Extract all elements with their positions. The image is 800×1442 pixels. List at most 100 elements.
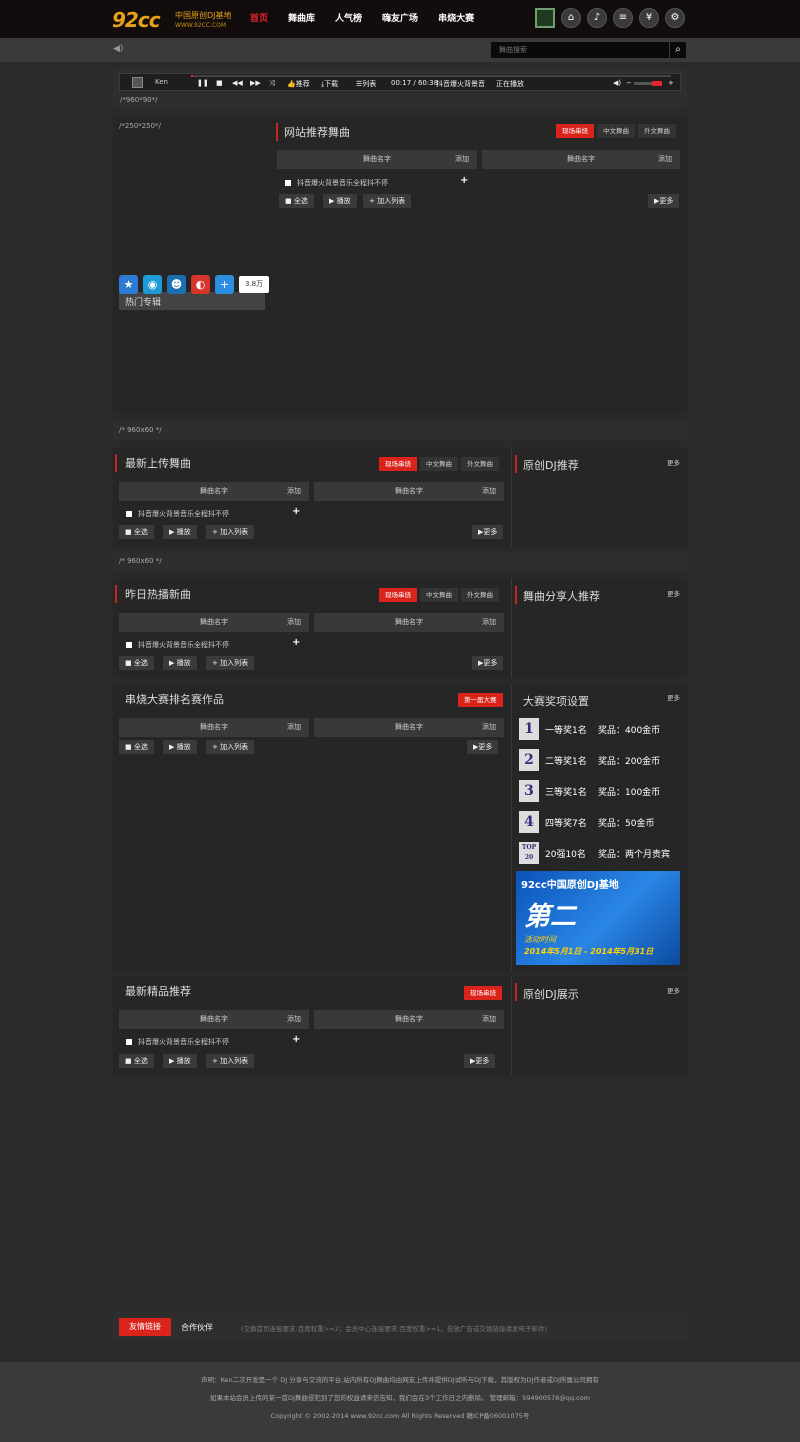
avatar[interactable] xyxy=(132,77,143,88)
list-button[interactable]: ☰列表 xyxy=(356,79,376,89)
table-header-left: 舞曲名字 添加 xyxy=(119,613,309,632)
select-all-button[interactable]: ■ 全选 xyxy=(119,1054,154,1068)
nav-home[interactable]: 首页 xyxy=(240,0,278,38)
more-button[interactable]: ▶更多 xyxy=(467,740,499,754)
stop-icon[interactable]: ■ xyxy=(216,79,223,87)
side-title: 大赛奖项设置 xyxy=(523,695,589,708)
qr-code-icon[interactable] xyxy=(535,8,555,28)
prev-icon[interactable]: ◀◀ xyxy=(232,79,243,87)
song-title[interactable]: 抖音爆火背景音乐全程抖不停 xyxy=(297,179,388,187)
more-button[interactable]: ▶更多 xyxy=(472,656,504,670)
tab-chinese[interactable]: 中文舞曲 xyxy=(597,124,635,138)
side-title: 原创DJ推荐 xyxy=(523,459,579,472)
add-to-list-button[interactable]: + 加入列表 xyxy=(363,194,412,208)
song-row[interactable]: 抖音爆火背景音乐全程抖不停 xyxy=(126,640,229,650)
search-input[interactable] xyxy=(491,42,669,58)
coin-icon[interactable]: ¥ xyxy=(639,8,659,28)
progress-bar[interactable] xyxy=(191,75,671,77)
add-icon[interactable]: + xyxy=(460,175,468,186)
play-button[interactable]: ▶ 播放 xyxy=(163,656,197,670)
links-section: 友情链接 合作伙伴 (交换首页连接要求:百度权重>=2；会员中心连接要求:百度权… xyxy=(113,1312,687,1342)
player-user[interactable]: Ken xyxy=(155,78,168,86)
speaker-icon[interactable]: ◀) xyxy=(113,44,123,54)
tab-partners[interactable]: 合作伙伴 xyxy=(181,1322,213,1333)
qq-icon[interactable]: ☻ xyxy=(167,275,186,294)
side-more-link[interactable]: 更多 xyxy=(667,588,680,598)
home-icon[interactable]: ⌂ xyxy=(561,8,581,28)
song-title[interactable]: 抖音爆火背景音乐全程抖不停 xyxy=(138,641,229,649)
tab-live-medley[interactable]: 现场串烧 xyxy=(556,124,594,138)
shuffle-icon[interactable]: ⤨ xyxy=(269,79,275,88)
more-button[interactable]: ▶更多 xyxy=(648,194,680,208)
qzone-icon[interactable]: ★ xyxy=(119,275,138,294)
song-row[interactable]: 抖音爆火背景音乐全程抖不停 xyxy=(126,509,229,519)
nav-plaza[interactable]: 嗨友广场 xyxy=(372,0,428,38)
side-more-link[interactable]: 更多 xyxy=(667,692,680,702)
play-button[interactable]: ▶ 播放 xyxy=(323,194,357,208)
add-to-list-label: 加入列表 xyxy=(220,659,249,667)
select-all-button[interactable]: ■ 全选 xyxy=(119,740,154,754)
add-icon[interactable]: + xyxy=(292,506,300,517)
pause-icon[interactable]: ❚❚ xyxy=(197,79,209,87)
song-checkbox[interactable] xyxy=(126,511,132,517)
search-icon[interactable]: ⌕ xyxy=(670,42,686,58)
gear-icon[interactable]: ⚙ xyxy=(665,8,685,28)
add-icon[interactable]: + xyxy=(292,1034,300,1045)
volume-minus-icon[interactable]: − xyxy=(626,79,632,87)
recommend-button[interactable]: 👍推荐 xyxy=(287,79,310,89)
select-all-button[interactable]: ■ 全选 xyxy=(119,525,154,539)
song-title[interactable]: 抖音爆火背景音乐全程抖不停 xyxy=(138,1038,229,1046)
song-row[interactable]: 抖音爆火背景音乐全程抖不停 xyxy=(126,1037,229,1047)
tab-live-medley[interactable]: 现场串烧 xyxy=(464,986,502,1000)
play-button[interactable]: ▶ 播放 xyxy=(163,740,197,754)
song-row[interactable]: 抖音爆火背景音乐全程抖不停 xyxy=(285,178,388,188)
tab-chinese[interactable]: 中文舞曲 xyxy=(420,588,458,602)
more-button[interactable]: ▶更多 xyxy=(472,525,504,539)
nav-contest[interactable]: 串烧大赛 xyxy=(428,0,484,38)
share-plus-icon[interactable]: + xyxy=(215,275,234,294)
nav-charts[interactable]: 人气榜 xyxy=(325,0,372,38)
song-checkbox[interactable] xyxy=(126,1039,132,1045)
volume-slider[interactable] xyxy=(634,81,662,86)
play-button[interactable]: ▶ 播放 xyxy=(163,1054,197,1068)
site-logo[interactable]: 92cc xyxy=(112,8,168,32)
playlist-icon[interactable]: ≡ xyxy=(613,8,633,28)
side-more-link[interactable]: 更多 xyxy=(667,457,680,467)
progress-fill xyxy=(191,75,193,77)
tab-friend-links[interactable]: 友情链接 xyxy=(119,1318,171,1336)
next-icon[interactable]: ▶▶ xyxy=(250,79,261,87)
tabs: 现场串烧 中文舞曲 外文舞曲 xyxy=(556,124,676,138)
tab-live-medley[interactable]: 现场串烧 xyxy=(379,588,417,602)
download-button[interactable]: ⤓下载 xyxy=(321,79,338,89)
add-to-list-button[interactable]: + 加入列表 xyxy=(206,1054,255,1068)
tab-first-contest[interactable]: 第一届大赛 xyxy=(458,693,503,707)
prize-name: 四等奖7名 xyxy=(545,819,587,829)
select-all-label: 全选 xyxy=(133,528,148,536)
volume-plus-icon[interactable]: + xyxy=(668,79,674,87)
add-icon[interactable]: + xyxy=(292,637,300,648)
dj-icon[interactable]: ♪ xyxy=(587,8,607,28)
side-more-link[interactable]: 更多 xyxy=(667,985,680,995)
tab-foreign[interactable]: 外文舞曲 xyxy=(638,124,676,138)
play-button[interactable]: ▶ 播放 xyxy=(163,525,197,539)
tab-foreign[interactable]: 外文舞曲 xyxy=(461,457,499,471)
latest-upload-section: 最新上传舞曲 现场串烧 中文舞曲 外文舞曲 舞曲名字 添加 舞曲名字 添加 抖音爆火… xyxy=(113,447,687,547)
sina-weibo-icon[interactable]: ◐ xyxy=(191,275,210,294)
nav-library[interactable]: 舞曲库 xyxy=(278,0,325,38)
song-checkbox[interactable] xyxy=(285,180,291,186)
add-to-list-button[interactable]: + 加入列表 xyxy=(206,525,255,539)
select-all-button[interactable]: ■ 全选 xyxy=(119,656,154,670)
song-title[interactable]: 抖音爆火背景音乐全程抖不停 xyxy=(138,510,229,518)
tab-foreign[interactable]: 外文舞曲 xyxy=(461,588,499,602)
tencent-weibo-icon[interactable]: ◉ xyxy=(143,275,162,294)
more-button[interactable]: ▶更多 xyxy=(464,1054,496,1068)
song-checkbox[interactable] xyxy=(126,642,132,648)
volume-icon[interactable]: ◀) xyxy=(613,79,621,87)
contest-banner[interactable]: 92cc中国原创DJ基地 第二 活动时间 2014年5月1日 - 2014年5月… xyxy=(516,871,680,965)
add-to-list-button[interactable]: + 加入列表 xyxy=(206,740,255,754)
select-all-button[interactable]: ■ 全选 xyxy=(279,194,314,208)
add-to-list-button[interactable]: + 加入列表 xyxy=(206,656,255,670)
play-label: 播放 xyxy=(176,659,191,667)
tab-chinese[interactable]: 中文舞曲 xyxy=(420,457,458,471)
tab-live-medley[interactable]: 现场串烧 xyxy=(379,457,417,471)
